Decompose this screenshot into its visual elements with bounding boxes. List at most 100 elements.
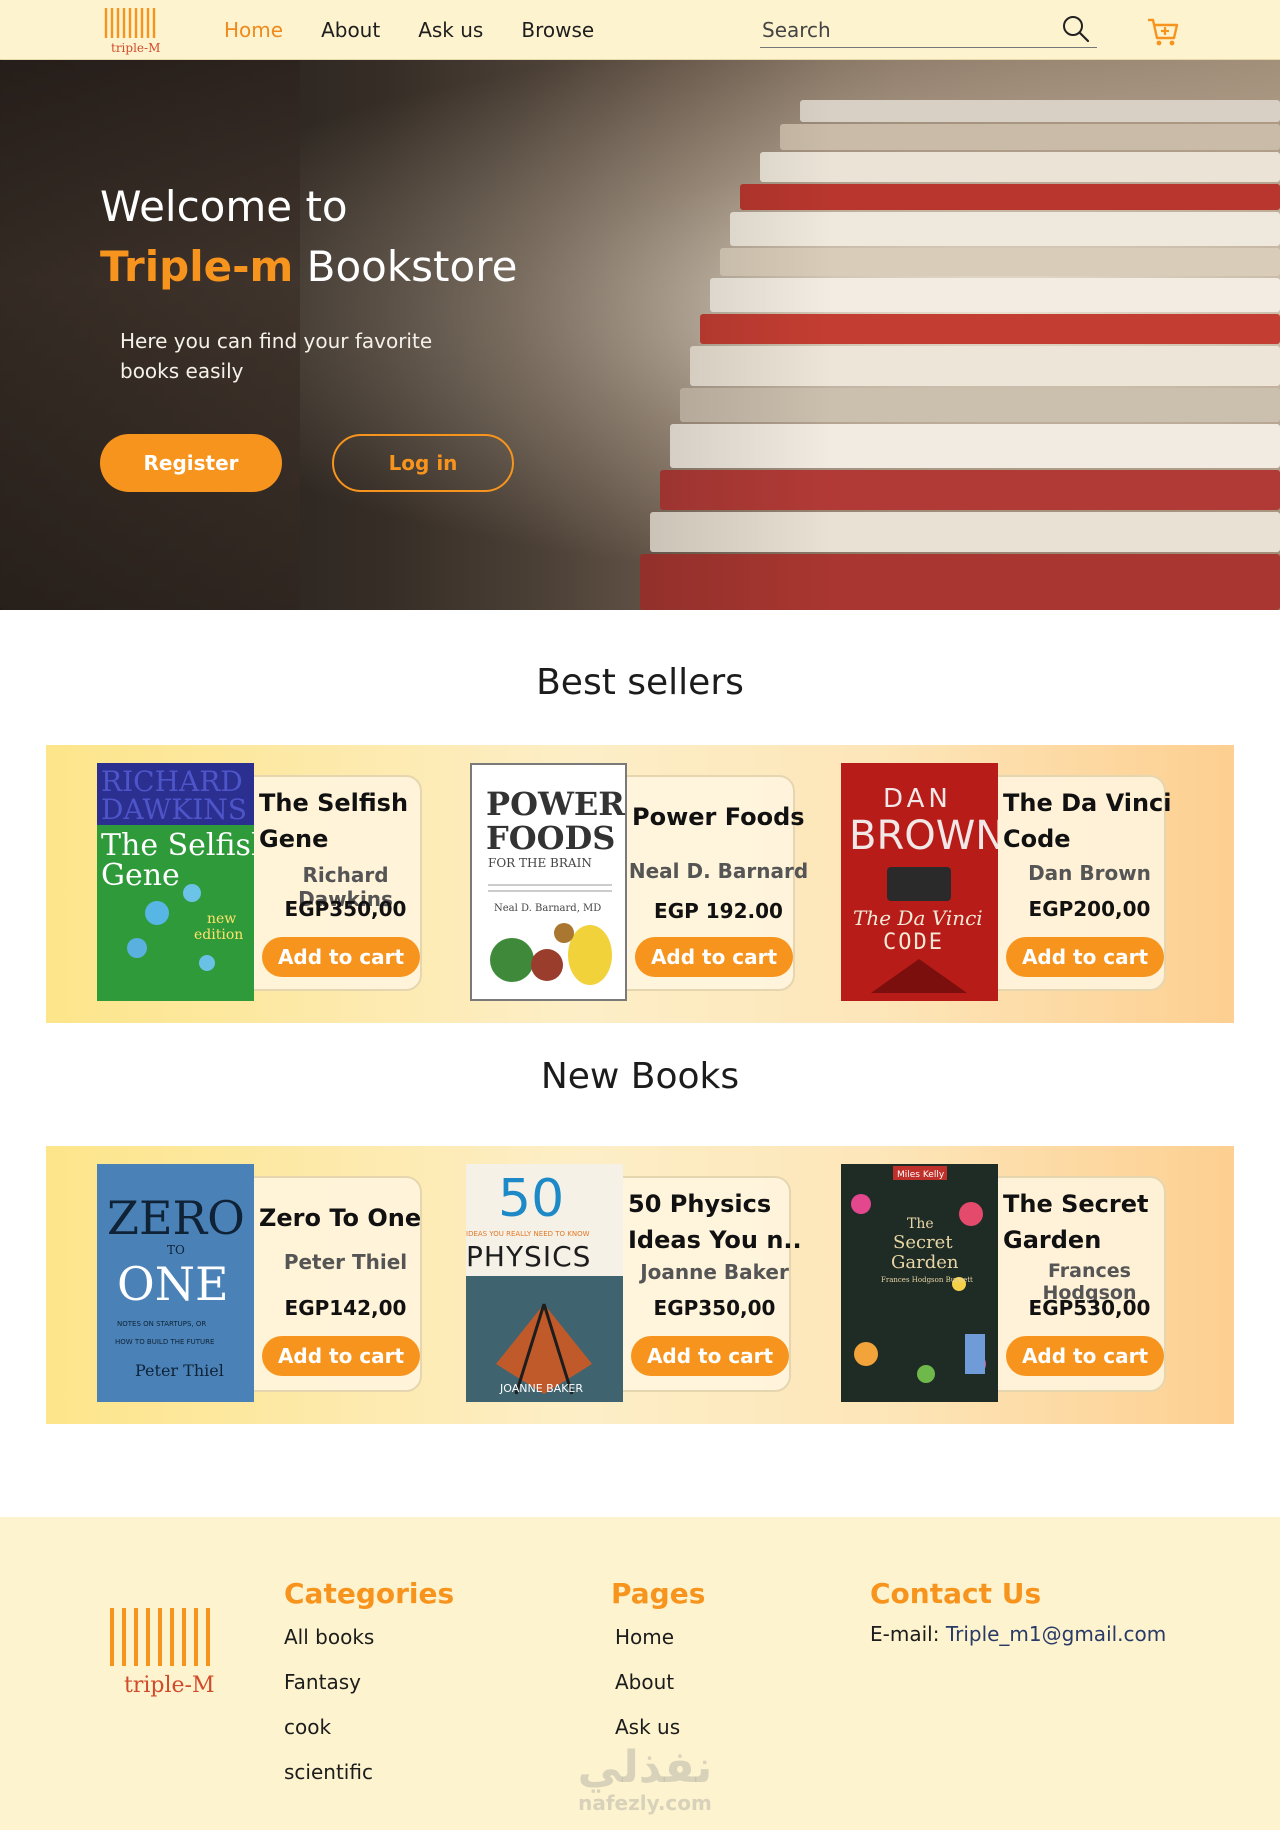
categories-heading: Categories (284, 1577, 455, 1610)
svg-text:Miles Kelly: Miles Kelly (897, 1170, 945, 1180)
book-author: Joanne Baker (640, 1260, 789, 1284)
book-card: POWER FOODS FOR THE BRAIN Neal D. Barnar… (470, 763, 808, 1001)
svg-text:50: 50 (498, 1169, 564, 1229)
svg-text:BROWN: BROWN (849, 813, 998, 859)
book-title[interactable]: Power Foods (632, 799, 807, 835)
email-label: E-mail: (870, 1622, 946, 1646)
footer-link-all-books[interactable]: All books (284, 1622, 454, 1667)
login-button[interactable]: Log in (332, 434, 514, 492)
triple-m-logo[interactable]: triple-M (100, 4, 160, 56)
book-cover[interactable]: ZERO TO ONE NOTES ON STARTUPS, OR HOW TO… (97, 1164, 254, 1402)
book-price: EGP530,00 (1028, 1296, 1151, 1320)
pages-heading: Pages (611, 1577, 706, 1610)
svg-text:Neal D. Barnard, MD: Neal D. Barnard, MD (494, 903, 601, 914)
book-price: EGP 192.00 (654, 899, 783, 923)
svg-text:JOANNE BAKER: JOANNE BAKER (499, 1382, 583, 1395)
search-icon[interactable] (1061, 14, 1091, 44)
add-to-cart-button[interactable]: Add to cart (262, 937, 420, 977)
svg-text:DAN: DAN (883, 784, 952, 814)
svg-text:DAWKINS: DAWKINS (101, 793, 247, 826)
book-cover[interactable]: POWER FOODS FOR THE BRAIN Neal D. Barnar… (470, 763, 627, 1001)
footer-pages: Pages Home About Ask us (611, 1577, 705, 1757)
book-title[interactable]: The Da Vinci Code (1003, 785, 1178, 857)
book-author: Peter Thiel (283, 1250, 408, 1274)
footer-link-scientific[interactable]: scientific (284, 1757, 454, 1802)
hero-brand-name: Triple-m (100, 242, 294, 291)
add-to-cart-button[interactable]: Add to cart (1006, 937, 1164, 977)
nav-home[interactable]: Home (224, 18, 283, 42)
svg-text:PHYSICS: PHYSICS (466, 1240, 591, 1273)
hero-title-rest: Bookstore (293, 242, 518, 291)
watermark-arabic: نفذلي (577, 1742, 713, 1793)
svg-text:ONE: ONE (117, 1257, 229, 1311)
book-author: Dan Brown (1028, 861, 1151, 885)
nav-ask-us[interactable]: Ask us (418, 18, 483, 42)
footer-link-cook[interactable]: cook (284, 1712, 454, 1757)
search-input[interactable] (760, 14, 1040, 46)
book-title[interactable]: 50 Physics Ideas You n.. (628, 1186, 803, 1258)
site-header: triple-M Home About Ask us Browse (0, 0, 1280, 60)
cart-icon[interactable] (1146, 16, 1180, 48)
add-to-cart-button[interactable]: Add to cart (1006, 1336, 1164, 1376)
footer-contact: Contact Us E-mail: Triple_m1@gmail.com (870, 1577, 1166, 1646)
svg-text:FOODS: FOODS (486, 819, 615, 857)
best-sellers-title: Best sellers (536, 662, 744, 703)
book-cover[interactable]: Miles Kelly The Secret Garden Frances Ho… (841, 1164, 998, 1402)
svg-text:IDEAS YOU REALLY NEED TO KNOW: IDEAS YOU REALLY NEED TO KNOW (466, 1230, 590, 1238)
svg-text:ZERO: ZERO (107, 1191, 245, 1245)
book-cover[interactable]: DAN BROWN The Da Vinci CODE (841, 763, 998, 1001)
hero-title-line1: Welcome to (100, 182, 348, 231)
book-card: DAN BROWN The Da Vinci CODE The Da Vinci… (841, 763, 1171, 1001)
hero-subtitle: Here you can find your favorite books ea… (120, 329, 433, 383)
book-card: 50 IDEAS YOU REALLY NEED TO KNOW PHYSICS… (466, 1164, 802, 1402)
watermark: نفذلي nafezly.com (560, 1742, 730, 1816)
email-link[interactable]: Triple_m1@gmail.com (946, 1622, 1166, 1646)
nav-about[interactable]: About (321, 18, 380, 42)
book-author: Neal D. Barnard (628, 859, 809, 883)
footer-link-fantasy[interactable]: Fantasy (284, 1667, 454, 1712)
hero-banner: Welcome to Triple-m Bookstore Here you c… (0, 60, 1280, 610)
svg-text:edition: edition (194, 927, 243, 943)
book-card: ZERO TO ONE NOTES ON STARTUPS, OR HOW TO… (97, 1164, 427, 1402)
svg-text:The Da Vinci: The Da Vinci (853, 906, 983, 930)
book-card: RICHARD DAWKINS The Selfish Gene new edi… (97, 763, 427, 1001)
book-price: EGP350,00 (653, 1296, 776, 1320)
svg-text:CODE: CODE (883, 930, 944, 955)
add-to-cart-button[interactable]: Add to cart (262, 1336, 420, 1376)
best-sellers-band: RICHARD DAWKINS The Selfish Gene new edi… (46, 745, 1234, 1023)
main-nav: Home About Ask us Browse (224, 0, 594, 60)
svg-text:FOR THE BRAIN: FOR THE BRAIN (488, 856, 592, 870)
contact-heading: Contact Us (870, 1577, 1042, 1610)
book-price: EGP142,00 (284, 1296, 407, 1320)
hero-title-line2: Triple-m Bookstore (100, 242, 517, 291)
book-title[interactable]: The Secret Garden (1003, 1186, 1178, 1258)
footer-link-home[interactable]: Home (611, 1622, 705, 1667)
nav-browse[interactable]: Browse (521, 18, 594, 42)
register-button[interactable]: Register (100, 434, 282, 492)
book-title[interactable]: The Selfish Gene (259, 785, 434, 857)
book-cover[interactable]: 50 IDEAS YOU REALLY NEED TO KNOW PHYSICS… (466, 1164, 623, 1402)
watermark-latin: nafezly.com (578, 1791, 712, 1815)
svg-text:Peter Thiel: Peter Thiel (135, 1361, 224, 1380)
triple-m-logo[interactable]: triple-M (104, 1602, 214, 1702)
contact-email: E-mail: Triple_m1@gmail.com (870, 1622, 1166, 1646)
svg-text:Gene: Gene (101, 858, 180, 893)
logo-text: triple-M (111, 41, 160, 55)
new-books-title: New Books (540, 1056, 740, 1097)
add-to-cart-button[interactable]: Add to cart (635, 937, 793, 977)
svg-text:The: The (907, 1216, 934, 1232)
svg-text:Secret: Secret (893, 1232, 953, 1253)
svg-text:Frances Hodgson Burnett: Frances Hodgson Burnett (881, 1276, 973, 1284)
book-cover[interactable]: RICHARD DAWKINS The Selfish Gene new edi… (97, 763, 254, 1001)
svg-text:HOW TO BUILD THE FUTURE: HOW TO BUILD THE FUTURE (115, 1338, 214, 1346)
svg-text:TO: TO (167, 1243, 185, 1257)
book-title[interactable]: Zero To One (259, 1200, 434, 1236)
book-price: EGP200,00 (1028, 897, 1151, 921)
book-card: Miles Kelly The Secret Garden Frances Ho… (841, 1164, 1171, 1402)
svg-text:POWER: POWER (486, 785, 625, 823)
svg-text:Garden: Garden (891, 1252, 959, 1273)
book-price: EGP350,00 (284, 897, 407, 921)
add-to-cart-button[interactable]: Add to cart (631, 1336, 789, 1376)
footer-link-about[interactable]: About (611, 1667, 705, 1712)
footer-categories: Categories All books Fantasy cook scient… (284, 1577, 454, 1802)
